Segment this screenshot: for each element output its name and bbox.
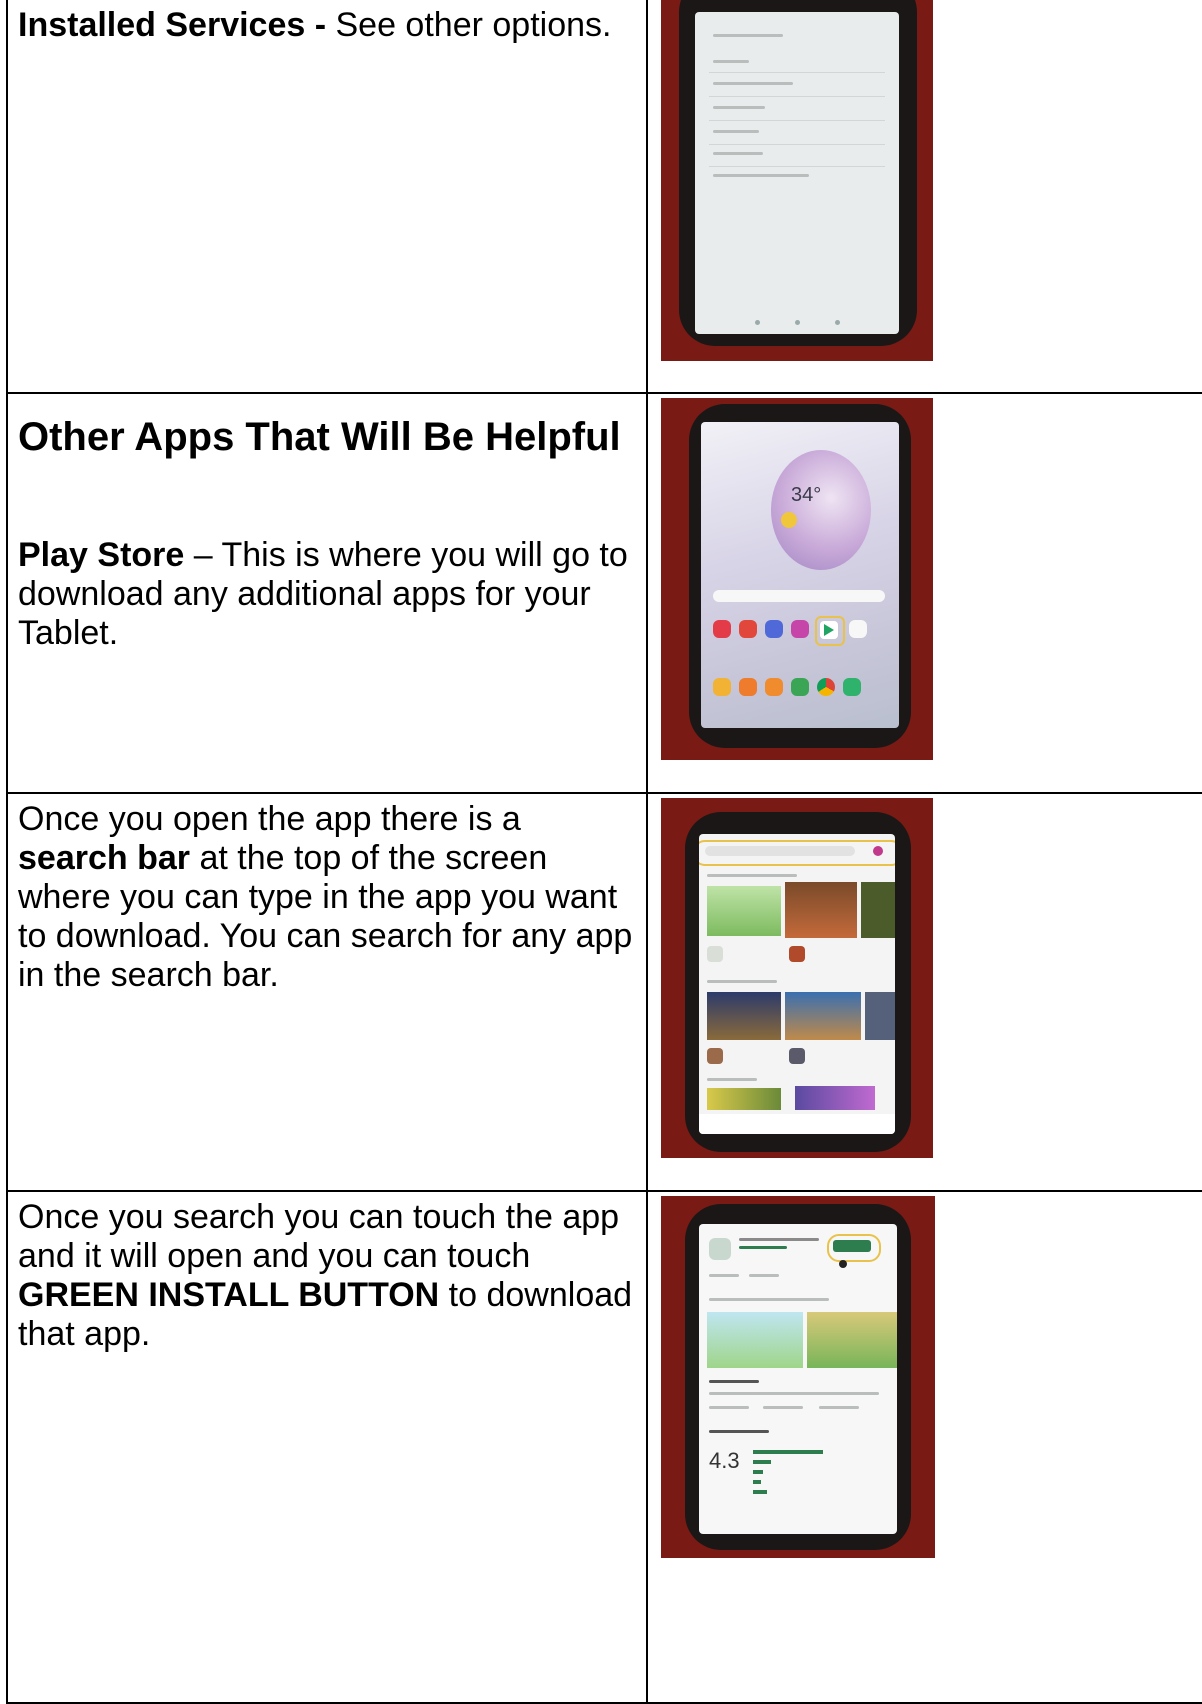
- term-search-bar: search bar: [18, 839, 190, 877]
- tablet-app-install-photo-icon: 4.3: [661, 1196, 935, 1558]
- term-play-store: Play Store: [18, 536, 185, 574]
- table-row: Installed Services - See other options.: [6, 0, 1202, 394]
- table-row: Once you search you can touch the app an…: [6, 1190, 1202, 1704]
- tablet-installed-services-photo-icon: [661, 0, 933, 361]
- tablet-play-store-search-photo-icon: [661, 798, 933, 1158]
- text-cell: Installed Services - See other options.: [6, 0, 648, 394]
- text-cell: Other Apps That Will Be Helpful Play Sto…: [6, 392, 648, 794]
- paragraph: Once you open the app there is a search …: [18, 800, 636, 995]
- text-cell: Once you search you can touch the app an…: [6, 1190, 648, 1704]
- description-text: Once you open the app there is a: [18, 800, 521, 838]
- tablet-home-screen-photo-icon: 34°: [661, 398, 933, 760]
- paragraph: Play Store – This is where you will go t…: [18, 536, 636, 653]
- table-row: Other Apps That Will Be Helpful Play Sto…: [6, 392, 1202, 794]
- image-cell: 4.3: [646, 1190, 1202, 1704]
- instruction-table: Installed Services - See other options.: [6, 0, 1202, 1704]
- text-cell: Once you open the app there is a search …: [6, 792, 648, 1192]
- weather-temperature: 34°: [791, 484, 822, 506]
- description-text: Once you search you can touch the app an…: [18, 1198, 620, 1275]
- rating-value: 4.3: [709, 1448, 740, 1473]
- paragraph: Installed Services - See other options.: [18, 6, 636, 45]
- description-text: See other options.: [326, 6, 612, 44]
- table-row: Once you open the app there is a search …: [6, 792, 1202, 1192]
- image-cell: [646, 0, 1202, 394]
- term-green-install-button: GREEN INSTALL BUTTON: [18, 1276, 440, 1314]
- term-installed-services: Installed Services -: [18, 6, 327, 44]
- paragraph: Once you search you can touch the app an…: [18, 1198, 636, 1354]
- image-cell: 34°: [646, 392, 1202, 794]
- image-cell: [646, 792, 1202, 1192]
- section-heading: Other Apps That Will Be Helpful: [18, 415, 621, 459]
